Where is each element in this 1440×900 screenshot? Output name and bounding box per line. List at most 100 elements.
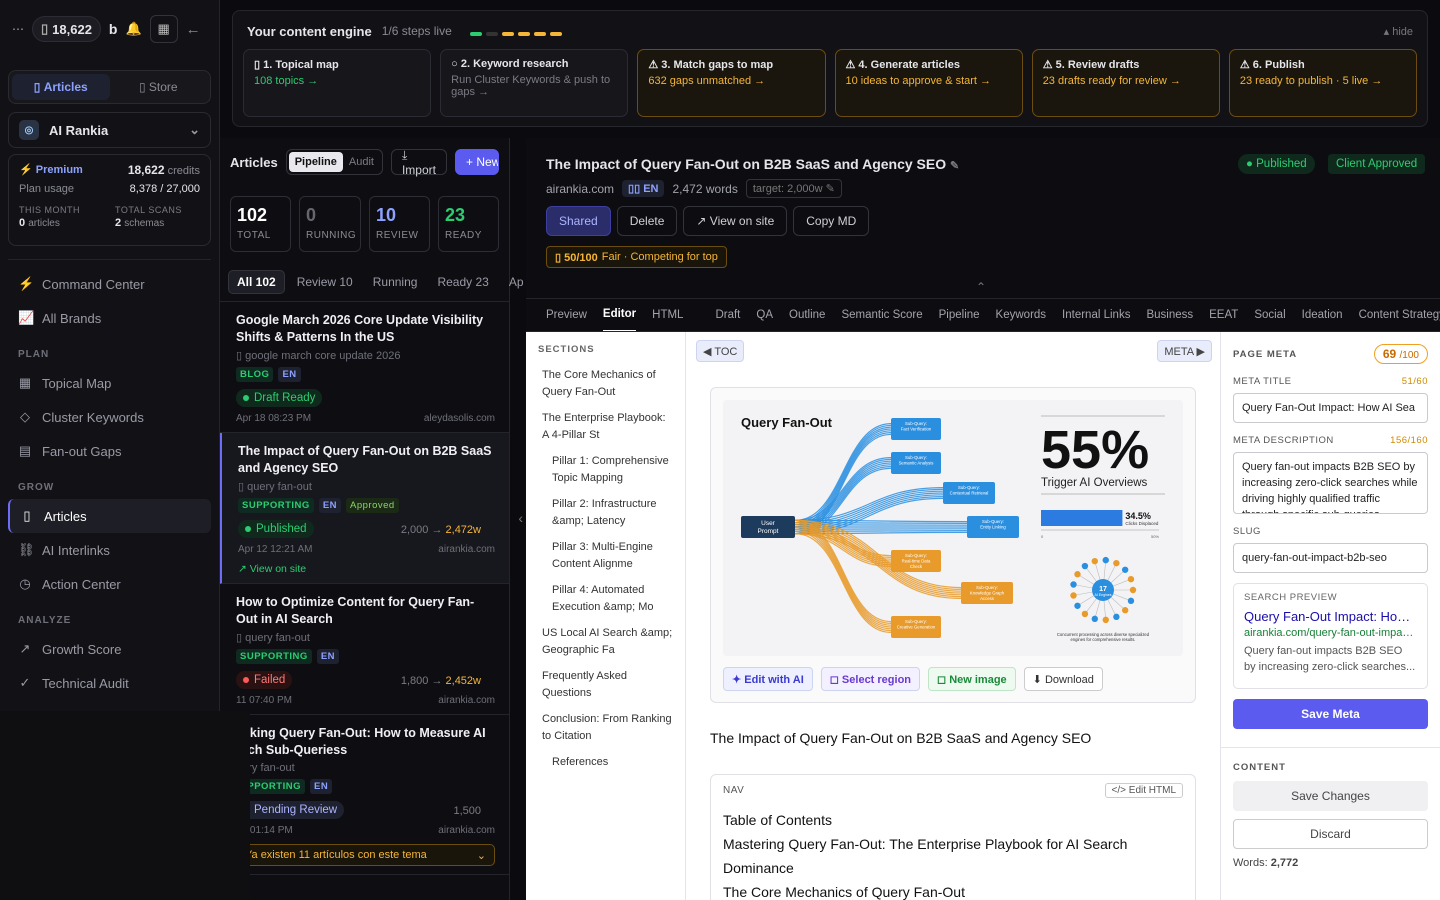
collapse-list-icon[interactable]: ‹	[518, 510, 523, 526]
tab-content-strategy[interactable]: Content Strategy	[1359, 299, 1440, 331]
nav-block[interactable]: NAV </> Edit HTML Table of Contents Mast…	[710, 774, 1196, 900]
meta-toggle-button[interactable]: META ▶	[1157, 340, 1212, 362]
filter-tab[interactable]: All 102	[228, 269, 285, 294]
edit-html-button[interactable]: </> Edit HTML	[1104, 783, 1183, 798]
toc-toggle-button[interactable]: ◀ TOC	[696, 340, 745, 362]
engine-step-2[interactable]: ○ 2. Keyword research Run Cluster Keyword…	[440, 49, 629, 117]
article-card[interactable]: How to Optimize Content for Query Fan-Ou…	[220, 584, 509, 715]
tab-keywords[interactable]: Keywords	[996, 299, 1047, 331]
article-h1[interactable]: The Impact of Query Fan-Out on B2B SaaS …	[710, 730, 1091, 746]
tab-articles[interactable]: ▯ Articles	[12, 74, 110, 100]
meta-title-input[interactable]: Query Fan-Out Impact: How AI Sea	[1233, 393, 1428, 423]
section-link[interactable]: Pillar 4: Automated Execution &amp; Mo	[538, 582, 673, 616]
engine-step-5[interactable]: ⚠ 5. Review drafts 23 drafts ready for re…	[1031, 49, 1220, 117]
sidebar-item-technical-audit[interactable]: ✓ Technical Audit	[8, 666, 211, 700]
section-link[interactable]: Conclusion: From Ranking to Citation	[538, 711, 673, 745]
section-link[interactable]: Pillar 1: Comprehensive Topic Mapping	[538, 453, 673, 487]
engine-dot	[1070, 581, 1077, 588]
save-changes-button[interactable]: Save Changes	[1233, 781, 1428, 811]
bell-icon[interactable]: 🔔	[125, 21, 141, 37]
tab-ideation[interactable]: Ideation	[1302, 299, 1343, 331]
filter-tab[interactable]: Running	[365, 271, 426, 293]
select-region-button[interactable]: ◻ Select region	[820, 667, 921, 691]
credits-pill[interactable]: ▯ 18,622	[32, 16, 101, 42]
stat-total[interactable]: 102 TOTAL	[230, 196, 291, 252]
nav-line[interactable]: The Core Mechanics of Query Fan-Out	[723, 880, 1183, 900]
tab-html[interactable]: HTML	[652, 299, 683, 331]
stat-review[interactable]: 10 REVIEW	[369, 196, 430, 252]
stat-value: 0	[306, 205, 317, 225]
section-link[interactable]: US Local AI Search &amp; Geographic Fa	[538, 625, 673, 659]
toggle-pipeline[interactable]: Pipeline	[288, 152, 343, 172]
stat-ready[interactable]: 23 READY	[438, 196, 499, 252]
import-button[interactable]: ⤓ Import	[390, 148, 447, 177]
engine-step-1[interactable]: ▯ 1. Topical map 108 topics →	[243, 49, 432, 117]
shared-button[interactable]: Shared	[546, 206, 611, 236]
filter-tab[interactable]: Ready 23	[429, 271, 496, 293]
apps-grid-button[interactable]: ▦	[149, 15, 178, 43]
collapse-icon[interactable]: ⋯	[12, 22, 24, 36]
slug-input[interactable]: query-fan-out-impact-b2b-seo	[1233, 543, 1428, 573]
collapse-header-icon[interactable]: ⌃	[976, 280, 986, 294]
article-card[interactable]: The Impact of Query Fan-Out on B2B SaaS …	[220, 433, 509, 584]
tab-store[interactable]: ▯ Store	[110, 74, 208, 100]
view-on-site-link[interactable]: ↗ View on site	[238, 563, 495, 575]
engine-step-3[interactable]: ⚠ 3. Match gaps to map 632 gaps unmatched…	[637, 49, 826, 117]
filter-tab[interactable]: Review 10	[289, 271, 361, 293]
tab-preview[interactable]: Preview	[546, 299, 587, 331]
section-link[interactable]: The Core Mechanics of Query Fan-Out	[538, 367, 673, 401]
edit-title-icon[interactable]: ✎	[950, 160, 959, 172]
toggle-audit[interactable]: Audit	[343, 152, 380, 172]
nav-line[interactable]: Dominance	[723, 856, 1183, 880]
edit-with-ai-button[interactable]: ✦ Edit with AI	[723, 667, 813, 691]
new-image-button[interactable]: ◻ New image	[928, 667, 1016, 691]
seo-score-badge[interactable]: ▯ 50/100 Fair · Competing for top	[546, 246, 727, 268]
tab-draft[interactable]: Draft	[715, 299, 740, 331]
tab-pipeline[interactable]: Pipeline	[939, 299, 980, 331]
hide-engine-button[interactable]: ▴ hide	[1384, 25, 1413, 38]
meta-description-textarea[interactable]: Query fan-out impacts B2B SEO by increas…	[1233, 452, 1428, 514]
sidebar-item-topical-map[interactable]: ▦ Topical Map	[8, 366, 211, 400]
nav-line[interactable]: Mastering Query Fan-Out: The Enterprise …	[723, 832, 1183, 856]
engine-step-4[interactable]: ⚠ 4. Generate articles 10 ideas to approv…	[834, 49, 1023, 117]
tab-business[interactable]: Business	[1146, 299, 1193, 331]
sidebar-item-action-center[interactable]: ◷ Action Center	[8, 567, 211, 601]
save-meta-button[interactable]: Save Meta	[1233, 699, 1428, 729]
stat-running[interactable]: 0 RUNNING	[299, 196, 361, 252]
target-words-badge[interactable]: target: 2,000w ✎	[745, 179, 842, 198]
tab-social[interactable]: Social	[1254, 299, 1285, 331]
sidebar-item-articles[interactable]: ▯ Articles	[8, 499, 211, 533]
view-on-site-button[interactable]: ↗ View on site	[683, 206, 788, 236]
duplicate-topic-warning[interactable]: Ya existen 11 artículos con este tema ⌄	[236, 844, 495, 866]
tab-qa[interactable]: QA	[756, 299, 773, 331]
sidebar-item-fanout-gaps[interactable]: ▤ Fan-out Gaps	[8, 434, 211, 468]
brand-selector[interactable]: ◎ AI Rankia ⌄	[8, 112, 211, 148]
discard-button[interactable]: Discard	[1233, 819, 1428, 849]
article-card[interactable]: Google March 2026 Core Update Visibility…	[220, 302, 509, 433]
sidebar-item-command-center[interactable]: ⚡ Command Center	[8, 267, 211, 301]
sidebar-item-ai-interlinks[interactable]: ⛓ AI Interlinks	[8, 533, 211, 567]
sidebar-item-all-brands[interactable]: 📈 All Brands	[8, 301, 211, 335]
section-link[interactable]: Pillar 2: Infrastructure &amp; Latency	[538, 496, 673, 530]
delete-button[interactable]: Delete	[616, 206, 678, 236]
article-card[interactable]: acking Query Fan-Out: How to Measure AI …	[220, 715, 509, 875]
copy-md-button[interactable]: Copy MD	[793, 206, 870, 236]
section-link[interactable]: The Enterprise Playbook: A 4-Pillar St	[538, 410, 673, 444]
tab-internal-links[interactable]: Internal Links	[1062, 299, 1130, 331]
sidebar-item-cluster-keywords[interactable]: ◇ Cluster Keywords	[8, 400, 211, 434]
new-article-button[interactable]: + New	[454, 149, 499, 175]
section-link[interactable]: References	[538, 754, 673, 771]
tab-semantic-score[interactable]: Semantic Score	[841, 299, 922, 331]
section-link[interactable]: Frequently Asked Questions	[538, 668, 673, 702]
tab-editor[interactable]: Editor	[602, 299, 637, 331]
tab-outline[interactable]: Outline	[789, 299, 825, 331]
download-button[interactable]: ⬇ Download	[1023, 667, 1103, 691]
back-arrow-icon[interactable]: ←	[186, 21, 201, 38]
infographic-image[interactable]: Query Fan-Out User Prompt Sub-Query: Fact Ve…	[723, 400, 1183, 656]
engine-step-6[interactable]: ⚠ 6. Publish 23 ready to publish · 5 live…	[1228, 49, 1418, 117]
tab-eeat[interactable]: EEAT	[1209, 299, 1238, 331]
section-link[interactable]: Pillar 3: Multi-Engine Content Alignme	[538, 539, 673, 573]
sidebar-item-growth-score[interactable]: ↗ Growth Score	[8, 632, 211, 666]
nav-line[interactable]: Table of Contents	[723, 808, 1183, 832]
chart-icon: 📈	[18, 310, 35, 325]
